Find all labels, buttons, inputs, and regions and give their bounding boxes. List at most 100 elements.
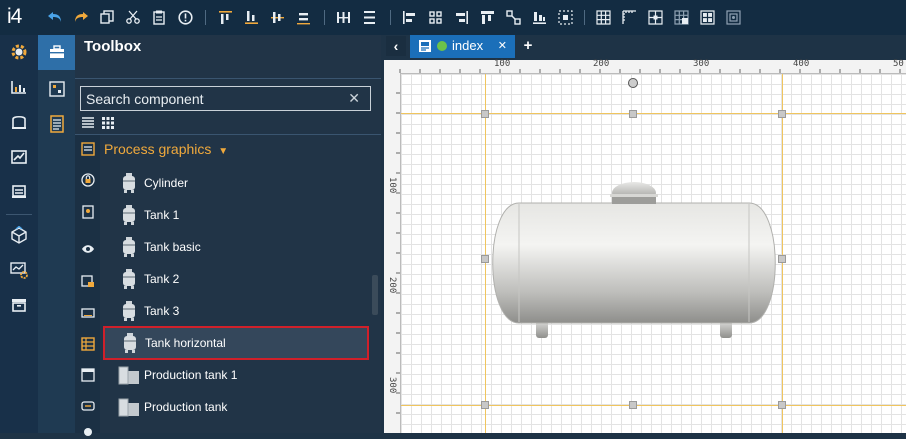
- tank-icon: [120, 172, 138, 194]
- layout-icon[interactable]: [45, 77, 69, 101]
- list-view-icon[interactable]: [81, 116, 95, 130]
- rectangle-icon[interactable]: [80, 305, 95, 320]
- ruler-tick-label: 100: [494, 59, 511, 69]
- ruler-tick-label: 50: [893, 59, 904, 69]
- link-icon[interactable]: [80, 398, 95, 413]
- page-icon: [418, 39, 432, 56]
- undo-icon[interactable]: [46, 8, 64, 26]
- eye-icon[interactable]: [80, 241, 95, 256]
- group-title-label: Process graphics: [104, 141, 212, 157]
- paste-icon[interactable]: [150, 8, 168, 26]
- guide-line: [401, 113, 906, 114]
- distribute-v-icon[interactable]: [360, 8, 378, 26]
- toolbar-separator: [205, 10, 206, 25]
- align-right-icon[interactable]: [452, 8, 470, 26]
- toolbar-separator: [584, 10, 585, 25]
- snap-grid-icon[interactable]: [672, 8, 690, 26]
- add-tab-icon[interactable]: +: [520, 36, 536, 56]
- cut-icon[interactable]: [124, 8, 142, 26]
- center-icon[interactable]: [556, 8, 574, 26]
- tank-icon: [120, 204, 138, 226]
- redo-icon[interactable]: [72, 8, 90, 26]
- rulers-icon[interactable]: [620, 8, 638, 26]
- ruler-tick-label: 400: [793, 59, 810, 69]
- snap-objects-icon[interactable]: [698, 8, 716, 26]
- device-icon[interactable]: [7, 110, 31, 134]
- resize-handle[interactable]: [481, 401, 489, 409]
- component-item-production-tank-1[interactable]: Production tank 1: [104, 360, 367, 390]
- tank-horizontal-graphic[interactable]: [484, 180, 784, 340]
- component-item-tank-basic[interactable]: Tank basic: [104, 232, 367, 262]
- same-size-icon[interactable]: [504, 8, 522, 26]
- chevron-down-icon: ▼: [218, 146, 229, 157]
- document-icon[interactable]: [45, 112, 69, 136]
- monitor-settings-icon[interactable]: [7, 258, 31, 282]
- category-process-icon[interactable]: [80, 141, 95, 156]
- search-input[interactable]: [86, 90, 341, 107]
- component-label: Cylinder: [144, 176, 189, 190]
- frame-icon[interactable]: [724, 8, 742, 26]
- component-item-tank-3[interactable]: Tank 3: [104, 296, 367, 326]
- grid-icon[interactable]: [594, 8, 612, 26]
- clear-search-icon[interactable]: ✕: [348, 90, 360, 107]
- lock-icon[interactable]: [80, 172, 95, 187]
- group-process-graphics[interactable]: Process graphics ▼: [104, 141, 228, 157]
- tab-index[interactable]: index ✕: [410, 35, 515, 58]
- component-item-tank-2[interactable]: Tank 2: [104, 264, 367, 294]
- panel-scrollbar[interactable]: [372, 275, 378, 315]
- resize-handle[interactable]: [481, 110, 489, 118]
- ruler-tick-label: 200: [387, 277, 397, 294]
- align-bottom-icon[interactable]: [242, 8, 260, 26]
- resize-handle[interactable]: [778, 401, 786, 409]
- distribute-h-icon[interactable]: [334, 8, 352, 26]
- trend-icon[interactable]: [7, 145, 31, 169]
- tank-icon: [121, 332, 139, 354]
- grid-view-icon[interactable]: [101, 116, 115, 130]
- certificate-icon[interactable]: [80, 204, 95, 219]
- group-divider: [75, 134, 381, 135]
- resize-handle[interactable]: [629, 401, 637, 409]
- archive-icon[interactable]: [7, 293, 31, 317]
- component-item-production-tank[interactable]: Production tank: [104, 392, 367, 422]
- same-height-icon[interactable]: [530, 8, 548, 26]
- component-item-cylinder[interactable]: Cylinder: [104, 168, 367, 198]
- align-center-h-icon[interactable]: [426, 8, 444, 26]
- component-item-tank-1[interactable]: Tank 1: [104, 200, 367, 230]
- toolbox-tab-active[interactable]: [38, 35, 75, 70]
- window-icon[interactable]: [80, 367, 95, 382]
- component-label: Tank horizontal: [145, 336, 226, 350]
- book-icon[interactable]: [80, 273, 95, 288]
- snap-icon[interactable]: [646, 8, 664, 26]
- copy-icon[interactable]: [98, 8, 116, 26]
- chevron-left-icon[interactable]: ‹: [386, 36, 406, 56]
- ruler-tick-label: 300: [387, 377, 397, 394]
- align-top-icon[interactable]: [216, 8, 234, 26]
- align-center-v-icon[interactable]: [294, 8, 312, 26]
- align-left-icon[interactable]: [400, 8, 418, 26]
- table-icon[interactable]: [80, 336, 95, 351]
- resize-handle[interactable]: [629, 110, 637, 118]
- more-icon[interactable]: [80, 424, 95, 439]
- component-label: Tank basic: [144, 240, 201, 254]
- report-icon[interactable]: [7, 180, 31, 204]
- component-label: Production tank: [144, 400, 228, 414]
- component-label: Tank 3: [144, 304, 180, 318]
- close-tab-icon[interactable]: ✕: [498, 39, 507, 52]
- info-icon[interactable]: [176, 8, 194, 26]
- main-toolbar: i4: [0, 0, 906, 35]
- ruler-tick-label: 200: [593, 59, 610, 69]
- package-icon[interactable]: [7, 223, 31, 247]
- ruler-horizontal: [384, 60, 906, 74]
- rotate-handle[interactable]: [628, 78, 638, 88]
- resize-handle[interactable]: [778, 110, 786, 118]
- same-width-icon[interactable]: [478, 8, 496, 26]
- chart-icon[interactable]: [7, 75, 31, 99]
- align-middle-icon[interactable]: [268, 8, 286, 26]
- app-logo: i4: [7, 5, 22, 28]
- ruler-tick-label: 300: [693, 59, 710, 69]
- settings-icon[interactable]: [7, 40, 31, 64]
- guide-line: [401, 405, 906, 406]
- production-tank-icon: [118, 364, 140, 386]
- production-tank-icon: [118, 396, 140, 418]
- component-item-tank-horizontal[interactable]: Tank horizontal: [103, 326, 369, 360]
